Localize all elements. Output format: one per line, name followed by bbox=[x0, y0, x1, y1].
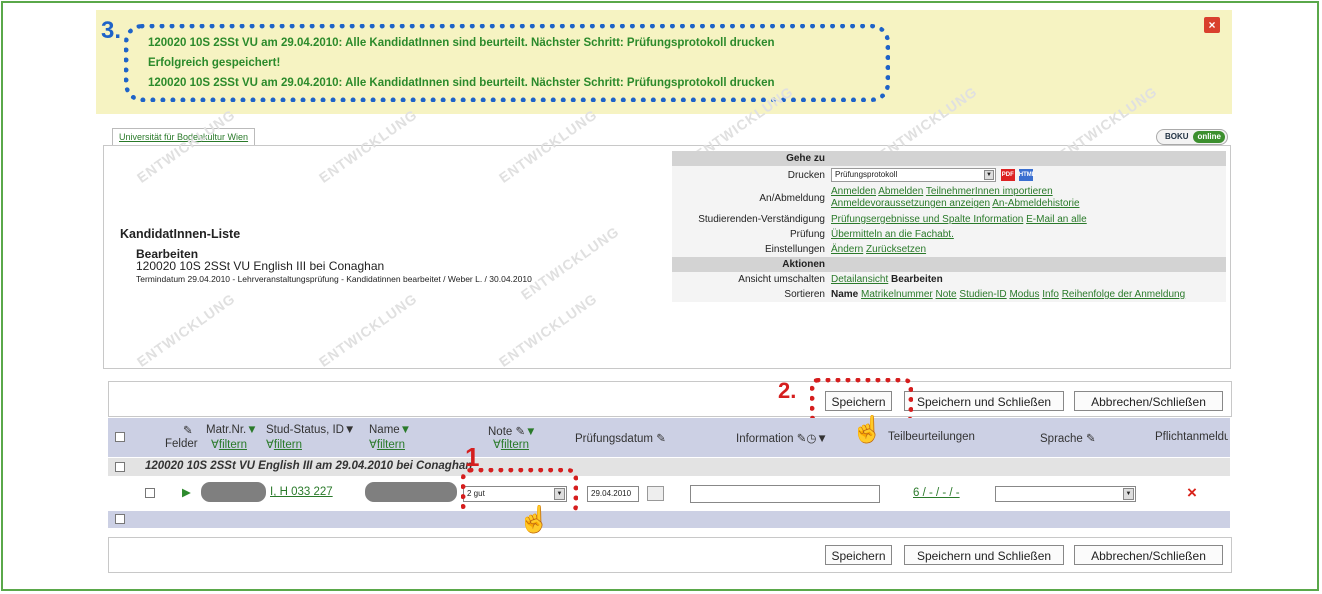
date-input[interactable]: 29.04.2010 bbox=[587, 486, 639, 502]
sort-current: Name bbox=[831, 289, 859, 300]
link-voraussetzungen[interactable]: Anmeldevoraussetzungen anzeigen bbox=[831, 198, 990, 209]
info-header: Information ✎◷▼ bbox=[736, 433, 828, 445]
cancel-close-button-top[interactable]: Abbrechen/Schließen bbox=[1074, 391, 1223, 411]
matr-header[interactable]: Matr.Nr.▼ bbox=[206, 424, 258, 436]
hand-cursor-icon: ☝ bbox=[518, 504, 551, 534]
language-header: Sprache ✎ bbox=[1040, 433, 1096, 445]
pencil-icon: ✎ bbox=[656, 433, 666, 445]
teil-link[interactable]: 6 / - / - / - bbox=[913, 487, 960, 499]
stud-status-header[interactable]: Stud-Status, ID▼ bbox=[266, 424, 355, 436]
filter-icon: ∀ bbox=[211, 439, 219, 451]
link-change[interactable]: Ändern bbox=[831, 244, 863, 255]
pdf-icon[interactable]: PDF bbox=[1000, 169, 1015, 181]
sort-note[interactable]: Note bbox=[936, 289, 957, 300]
sort-info[interactable]: Info bbox=[1042, 289, 1059, 300]
redacted-matr bbox=[201, 482, 266, 502]
link-submit-department[interactable]: Übermitteln an die Fachabt. bbox=[831, 229, 954, 240]
sort-down-icon: ▼ bbox=[816, 433, 828, 445]
summary-checkbox[interactable] bbox=[115, 514, 125, 524]
step-3-label: 3. bbox=[101, 17, 122, 44]
student-id-link[interactable]: I, H 033 227 bbox=[270, 486, 333, 498]
pencil-icon: ✎ bbox=[183, 425, 193, 437]
save-close-button-bottom[interactable]: Speichern und Schließen bbox=[904, 545, 1064, 565]
note-filter[interactable]: ∀filtern bbox=[493, 437, 529, 451]
actions-heading: Aktionen bbox=[672, 257, 828, 272]
link-abmelden[interactable]: Abmelden bbox=[878, 186, 923, 197]
exam-label: Prüfung bbox=[672, 227, 828, 242]
matr-filter[interactable]: ∀filtern bbox=[211, 437, 247, 451]
summary-row bbox=[108, 511, 1230, 528]
felder-header: Felder bbox=[165, 438, 198, 450]
course-meta: Termindatum 29.04.2010 - Lehrveranstaltu… bbox=[136, 274, 532, 284]
save-close-button-top[interactable]: Speichern und Schließen bbox=[904, 391, 1064, 411]
step-1-label: 1 bbox=[465, 442, 480, 472]
link-detail-view[interactable]: Detailansicht bbox=[831, 274, 888, 285]
language-select[interactable]: ▼ bbox=[995, 486, 1136, 502]
link-import[interactable]: TeilnehmerInnen importieren bbox=[926, 186, 1053, 197]
cancel-close-button-bottom[interactable]: Abbrechen/Schließen bbox=[1074, 545, 1223, 565]
link-email-all[interactable]: E-Mail an alle bbox=[1026, 214, 1087, 225]
date-header: Prüfungsdatum ✎ bbox=[575, 433, 666, 445]
course-title: 120020 10S 2SSt VU English III bei Conag… bbox=[136, 259, 385, 273]
print-select[interactable]: Prüfungsprotokoll ▼ bbox=[831, 168, 996, 182]
page-title: KandidatInnen-Liste bbox=[120, 227, 241, 241]
filter-icon: ∀ bbox=[369, 439, 377, 451]
goto-panel: Gehe zu Drucken Prüfungsprotokoll ▼ PDF HT… bbox=[672, 151, 1226, 302]
clock-icon: ◷ bbox=[806, 433, 817, 445]
boku-online-logo: BOKU online bbox=[1156, 129, 1228, 145]
filter-icon: ∀ bbox=[266, 439, 274, 451]
group-title: 120020 10S 2SSt VU English III am 29.04.… bbox=[145, 460, 473, 472]
student-notify-label: Studierenden-Verständigung bbox=[672, 212, 828, 227]
sort-modus[interactable]: Modus bbox=[1009, 289, 1039, 300]
group-checkbox[interactable] bbox=[115, 462, 125, 472]
pencil-icon: ✎ bbox=[796, 433, 807, 445]
note-header[interactable]: Note ✎▼ bbox=[488, 424, 537, 438]
close-messages-icon[interactable]: × bbox=[1204, 17, 1220, 33]
stud-status-filter[interactable]: ∀filtern bbox=[266, 437, 302, 451]
chevron-down-icon: ▼ bbox=[984, 170, 994, 180]
registration-label: An/Abmeldung bbox=[672, 184, 828, 212]
html-icon[interactable]: HTML bbox=[1018, 169, 1035, 181]
link-results-info[interactable]: Prüfungsergebnisse und Spalte Informatio… bbox=[831, 214, 1023, 225]
link-reset[interactable]: Zurücksetzen bbox=[866, 244, 926, 255]
sort-label: Sortieren bbox=[672, 287, 828, 302]
calendar-icon[interactable] bbox=[647, 486, 664, 501]
link-anmelden[interactable]: Anmelden bbox=[831, 186, 876, 197]
sort-studien-id[interactable]: Studien-ID bbox=[959, 289, 1006, 300]
teil-header: Teilbeurteilungen bbox=[888, 431, 975, 443]
pencil-icon: ✎ bbox=[1086, 433, 1096, 445]
info-input[interactable] bbox=[690, 485, 880, 503]
expand-arrow-icon[interactable]: ▶ bbox=[182, 485, 191, 499]
step-2-label: 2. bbox=[778, 378, 797, 403]
link-historie[interactable]: An-Abmeldehistorie bbox=[992, 198, 1079, 209]
chevron-down-icon: ▼ bbox=[1123, 488, 1134, 500]
sort-down-icon: ▼ bbox=[343, 424, 356, 436]
view-switch-label: Ansicht umschalten bbox=[672, 272, 828, 287]
redacted-name bbox=[365, 482, 457, 502]
print-label: Drucken bbox=[672, 166, 828, 184]
row-checkbox[interactable] bbox=[145, 488, 155, 498]
hand-cursor-icon: ☝ bbox=[851, 414, 884, 444]
sort-reihenfolge[interactable]: Reihenfolge der Anmeldung bbox=[1062, 289, 1185, 300]
filter-icon: ∀ bbox=[493, 439, 501, 451]
delete-icon[interactable]: × bbox=[1187, 483, 1197, 503]
current-view: Bearbeiten bbox=[891, 274, 943, 285]
sort-matrikel[interactable]: Matrikelnummer bbox=[861, 289, 933, 300]
save-button-bottom[interactable]: Speichern bbox=[825, 545, 892, 565]
select-all-checkbox[interactable] bbox=[115, 432, 125, 442]
settings-label: Einstellungen bbox=[672, 242, 828, 257]
sort-down-icon: ▼ bbox=[399, 424, 412, 436]
name-header[interactable]: Name▼ bbox=[369, 424, 411, 436]
sort-down-icon: ▼ bbox=[246, 424, 258, 436]
pflicht-header: Pflichtanmeldung bbox=[1155, 431, 1228, 443]
name-filter[interactable]: ∀filtern bbox=[369, 437, 405, 451]
goto-heading: Gehe zu bbox=[672, 151, 828, 166]
